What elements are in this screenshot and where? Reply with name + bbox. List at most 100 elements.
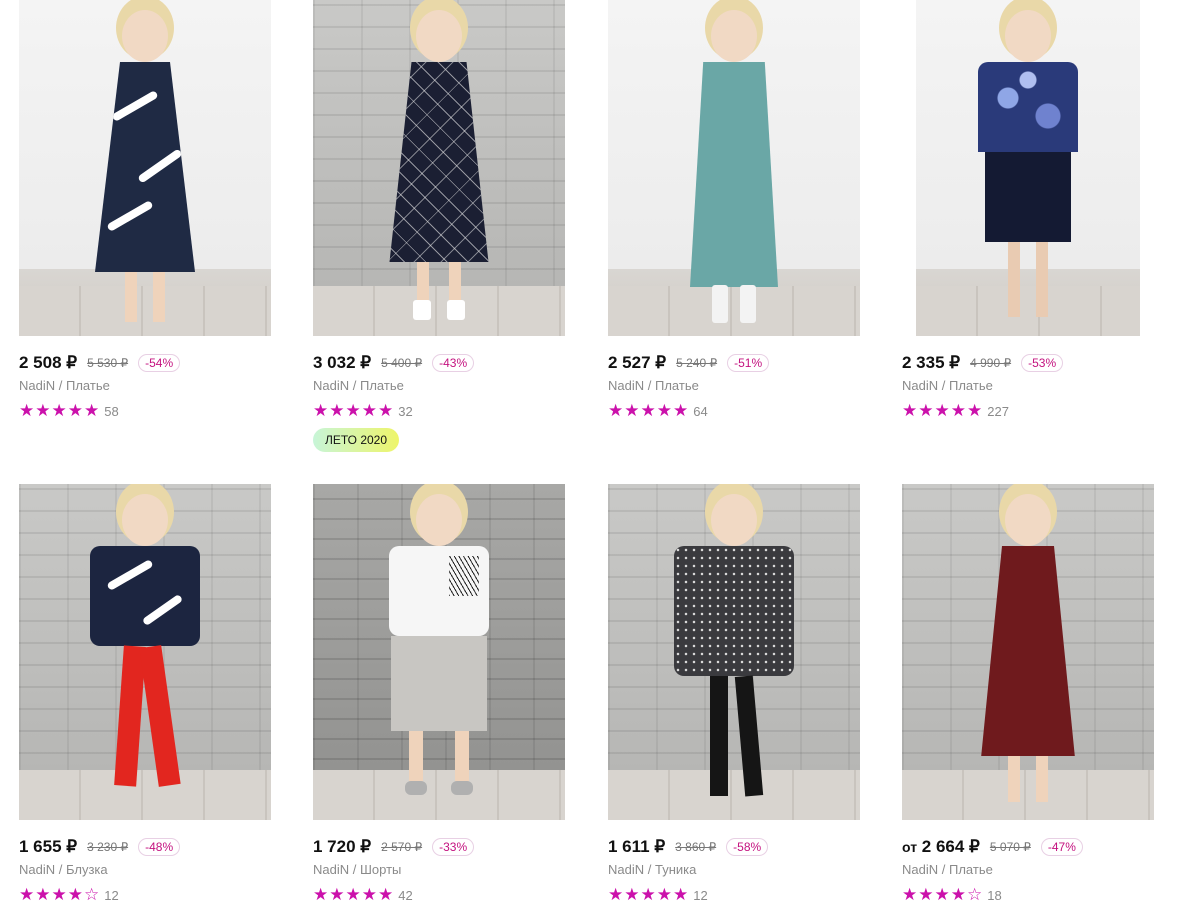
price-prefix: от	[902, 839, 918, 855]
dress-shape	[389, 62, 489, 262]
star-filled-icon: ★	[950, 401, 967, 420]
dress-shape	[95, 62, 195, 272]
rating: ★★★★★ 42	[313, 885, 413, 905]
rating: ★★★★★ 58	[19, 401, 119, 421]
star-filled-icon: ★	[673, 885, 690, 904]
product-image[interactable]	[902, 484, 1154, 820]
model-head	[122, 10, 168, 62]
star-filled-icon: ★	[967, 401, 984, 420]
brand-category[interactable]: NadiN / Платье	[608, 378, 699, 393]
brand-category[interactable]: NadiN / Туника	[608, 862, 696, 877]
star-filled-icon: ★	[19, 885, 36, 904]
brand-category[interactable]: NadiN / Платье	[313, 378, 404, 393]
old-price: 3 860 ₽	[675, 840, 717, 854]
model-head	[1005, 494, 1051, 546]
product-card[interactable]: 1 611 ₽ 3 860 ₽ -58% NadiN / Туника ★★★★…	[608, 484, 860, 904]
dress-shape	[690, 62, 778, 287]
review-count: 32	[398, 403, 413, 419]
star-rating-icons: ★★★★★	[313, 885, 394, 905]
star-rating-icons: ★★★★★	[608, 401, 689, 421]
skirt-shape	[985, 152, 1071, 242]
brand-name: NadiN	[902, 378, 939, 393]
product-card[interactable]: 2 335 ₽ 4 990 ₽ -53% NadiN / Платье ★★★★…	[902, 0, 1154, 420]
product-image[interactable]	[313, 484, 565, 820]
product-card[interactable]: 2 508 ₽ 5 530 ₽ -54% NadiN / Платье ★★★★…	[19, 0, 271, 420]
blouse-shape	[90, 546, 200, 646]
price-row: 2 508 ₽ 5 530 ₽ -54%	[19, 350, 181, 376]
product-card[interactable]: 1 720 ₽ 2 570 ₽ -33% NadiN / Шорты ★★★★★…	[313, 484, 565, 904]
product-image[interactable]	[19, 0, 271, 336]
price-value: 2 664 ₽	[921, 837, 980, 856]
product-card[interactable]: от 2 664 ₽ 5 070 ₽ -47% NadiN / Платье ★…	[902, 484, 1154, 904]
star-filled-icon: ★	[329, 885, 346, 904]
old-price: 5 530 ₽	[87, 356, 129, 370]
product-image[interactable]	[608, 484, 860, 820]
separator: /	[647, 862, 652, 877]
old-price: 5 240 ₽	[676, 356, 718, 370]
brand-name: NadiN	[313, 378, 350, 393]
star-filled-icon: ★	[67, 401, 84, 420]
product-image[interactable]	[608, 0, 860, 336]
category-name: Платье	[949, 862, 993, 877]
brand-category[interactable]: NadiN / Платье	[902, 378, 993, 393]
star-rating-icons: ★★★★☆	[19, 885, 100, 905]
product-image[interactable]	[19, 484, 271, 820]
star-filled-icon: ★	[313, 885, 330, 904]
star-filled-icon: ★	[624, 401, 641, 420]
current-price: от 2 664 ₽	[902, 837, 980, 857]
rating: ★★★★★ 64	[608, 401, 708, 421]
star-filled-icon: ★	[640, 885, 657, 904]
current-price: 3 032 ₽	[313, 353, 372, 372]
category-name: Платье	[66, 378, 110, 393]
price-row: 1 720 ₽ 2 570 ₽ -33%	[313, 834, 475, 860]
blouse-shape	[978, 62, 1078, 152]
model-head	[416, 10, 462, 62]
review-count: 12	[104, 887, 119, 903]
star-filled-icon: ★	[345, 885, 362, 904]
star-filled-icon: ★	[361, 885, 378, 904]
star-filled-icon: ★	[329, 401, 346, 420]
model-legs	[1008, 242, 1048, 322]
star-filled-icon: ★	[608, 885, 625, 904]
review-count: 227	[987, 403, 1009, 419]
model-legs	[125, 272, 165, 322]
star-filled-icon: ★	[902, 401, 919, 420]
product-card[interactable]: 3 032 ₽ 5 400 ₽ -43% NadiN / Платье ★★★★…	[313, 0, 565, 452]
current-price: 1 655 ₽	[19, 837, 78, 856]
review-count: 42	[398, 887, 413, 903]
brand-category[interactable]: NadiN / Блузка	[19, 862, 108, 877]
star-filled-icon: ★	[624, 885, 641, 904]
star-filled-icon: ★	[934, 401, 951, 420]
brand-category[interactable]: NadiN / Платье	[19, 378, 110, 393]
old-price: 2 570 ₽	[381, 840, 423, 854]
separator: /	[352, 862, 357, 877]
old-price: 4 990 ₽	[970, 356, 1012, 370]
star-rating-icons: ★★★★★	[902, 401, 983, 421]
separator: /	[941, 378, 946, 393]
tshirt-shape	[389, 546, 489, 636]
brand-category[interactable]: NadiN / Шорты	[313, 862, 401, 877]
product-image[interactable]	[313, 0, 565, 336]
discount-badge: -47%	[1040, 838, 1083, 856]
star-filled-icon: ★	[313, 401, 330, 420]
price-row: 1 655 ₽ 3 230 ₽ -48%	[19, 834, 181, 860]
product-card[interactable]: 2 527 ₽ 5 240 ₽ -51% NadiN / Платье ★★★★…	[608, 0, 860, 420]
category-name: Туника	[655, 862, 697, 877]
brand-name: NadiN	[902, 862, 939, 877]
old-price: 5 070 ₽	[989, 840, 1031, 854]
star-rating-icons: ★★★★☆	[902, 885, 983, 905]
star-filled-icon: ★	[656, 885, 673, 904]
discount-badge: -58%	[726, 838, 769, 856]
star-filled-icon: ★	[84, 401, 101, 420]
brand-name: NadiN	[313, 862, 350, 877]
product-card[interactable]: 1 655 ₽ 3 230 ₽ -48% NadiN / Блузка ★★★★…	[19, 484, 271, 904]
star-filled-icon: ★	[51, 885, 68, 904]
star-filled-icon: ★	[950, 885, 967, 904]
season-badge[interactable]: ЛЕТО 2020	[313, 428, 400, 452]
star-filled-icon: ★	[673, 401, 690, 420]
brand-category[interactable]: NadiN / Платье	[902, 862, 993, 877]
rating: ★★★★★ 32	[313, 401, 413, 421]
separator: /	[647, 378, 652, 393]
product-image[interactable]	[916, 0, 1140, 336]
brand-name: NadiN	[19, 378, 56, 393]
